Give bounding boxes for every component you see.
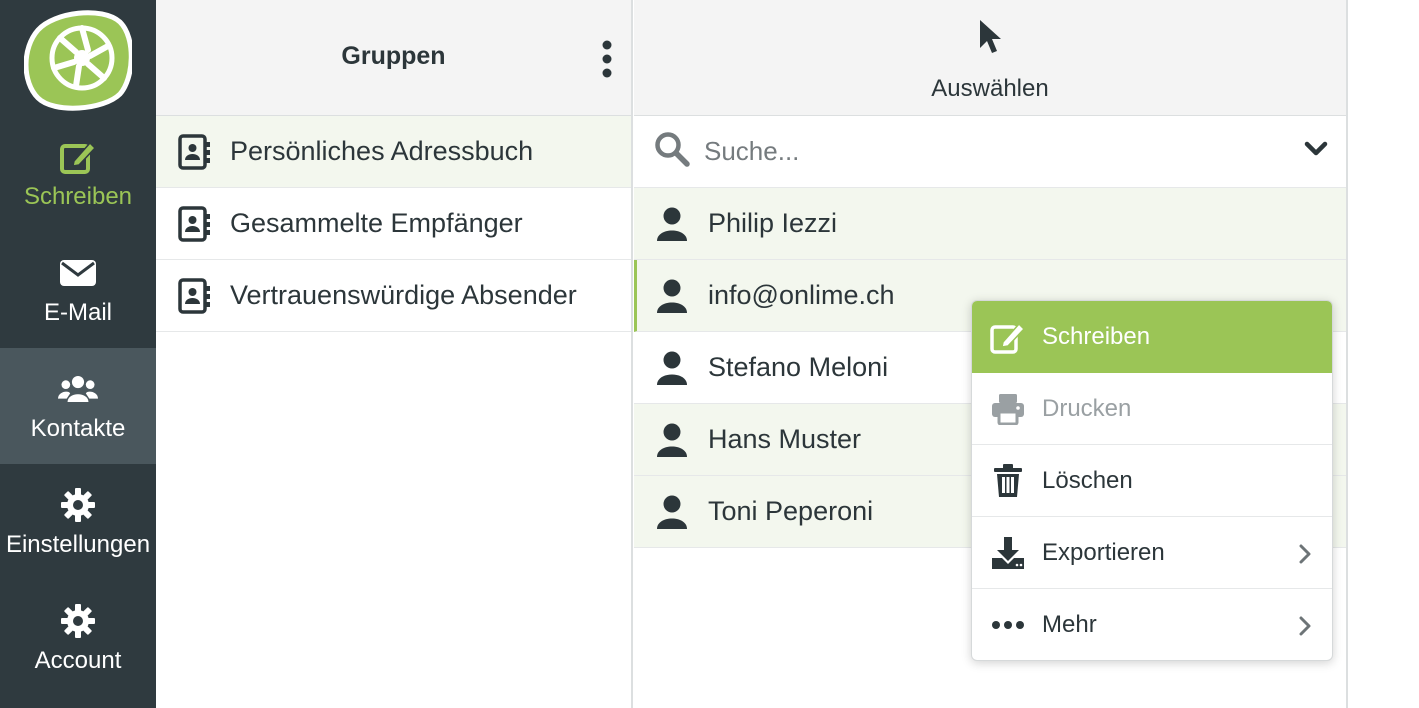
group-item-personal[interactable]: Persönliches Adressbuch — [156, 116, 631, 188]
contact-action-menu: Schreiben Drucken Löschen Exportieren Me… — [971, 300, 1333, 661]
menu-item-more[interactable]: Mehr — [972, 589, 1332, 660]
search-bar — [634, 116, 1346, 188]
contact-name: Philip Iezzi — [708, 208, 838, 238]
nav-settings-label: Einstellungen — [5, 531, 151, 558]
nav-settings[interactable]: Einstellungen — [0, 464, 156, 580]
contact-name: Stefano Meloni — [708, 352, 889, 382]
ellipsis-icon — [990, 607, 1026, 643]
gear-icon — [58, 601, 98, 641]
printer-icon — [990, 391, 1026, 427]
pointer-icon — [977, 18, 1003, 61]
nav-email[interactable]: E-Mail — [0, 232, 156, 348]
menu-item-label: Schreiben — [1042, 323, 1151, 350]
address-book-icon — [178, 133, 210, 171]
nav-contacts-label: Kontakte — [30, 415, 126, 442]
search-icon — [654, 131, 690, 172]
user-icon — [656, 278, 688, 314]
groups-header: Gruppen — [156, 0, 631, 116]
contact-row[interactable]: Philip Iezzi — [634, 188, 1346, 260]
nav-contacts[interactable]: Kontakte — [0, 348, 156, 464]
users-icon — [58, 369, 98, 409]
search-input[interactable] — [704, 136, 1264, 167]
select-label: Auswählen — [931, 75, 1049, 102]
app-logo[interactable] — [23, 8, 134, 112]
download-icon — [990, 535, 1026, 571]
group-item-label: Vertrauenswürdige Absender — [230, 280, 577, 310]
user-icon — [656, 350, 688, 386]
nav-compose-label: Schreiben — [23, 183, 133, 210]
group-item-label: Gesammelte Empfänger — [230, 208, 523, 238]
chevron-right-icon — [1298, 543, 1312, 571]
user-icon — [656, 206, 688, 242]
contact-name: Toni Peperoni — [708, 496, 874, 526]
group-item-collected[interactable]: Gesammelte Empfänger — [156, 188, 631, 260]
contacts-header: Auswählen — [634, 0, 1346, 116]
group-item-label: Persönliches Adressbuch — [230, 136, 534, 166]
main-navigation: Schreiben E-Mail Kontakte Einstellungen … — [0, 0, 156, 708]
nav-email-label: E-Mail — [43, 299, 112, 326]
nav-account[interactable]: Account — [0, 580, 156, 696]
group-item-trusted[interactable]: Vertrauenswürdige Absender — [156, 260, 631, 332]
menu-item-export[interactable]: Exportieren — [972, 517, 1332, 589]
user-icon — [656, 422, 688, 458]
address-book-icon — [178, 277, 210, 315]
select-button[interactable]: Auswählen — [634, 18, 1346, 104]
address-book-icon — [178, 205, 210, 243]
chevron-right-icon — [1298, 615, 1312, 643]
groups-menu-button[interactable] — [596, 40, 618, 78]
nav-compose[interactable]: Schreiben — [0, 116, 156, 232]
groups-panel: Gruppen Persönliches Adressbuch Gesammel… — [156, 0, 633, 708]
user-icon — [656, 494, 688, 530]
nav-account-label: Account — [34, 647, 122, 674]
menu-item-print[interactable]: Drucken — [972, 373, 1332, 445]
groups-title: Gruppen — [341, 42, 446, 70]
vertical-ellipsis-icon — [596, 40, 618, 82]
compose-icon — [58, 137, 98, 177]
menu-item-label: Löschen — [1042, 466, 1133, 494]
contact-name: info@onlime.ch — [708, 280, 895, 310]
menu-item-compose[interactable]: Schreiben — [972, 301, 1332, 373]
menu-item-label: Exportieren — [1042, 538, 1165, 566]
menu-item-label: Drucken — [1042, 394, 1132, 422]
menu-item-delete[interactable]: Löschen — [972, 445, 1332, 517]
trash-icon — [990, 463, 1026, 499]
chevron-down-icon[interactable] — [1304, 140, 1328, 163]
menu-item-label: Mehr — [1042, 611, 1097, 638]
contact-name: Hans Muster — [708, 424, 862, 454]
envelope-icon — [58, 253, 98, 293]
gear-icon — [58, 485, 98, 525]
compose-icon — [990, 319, 1026, 355]
